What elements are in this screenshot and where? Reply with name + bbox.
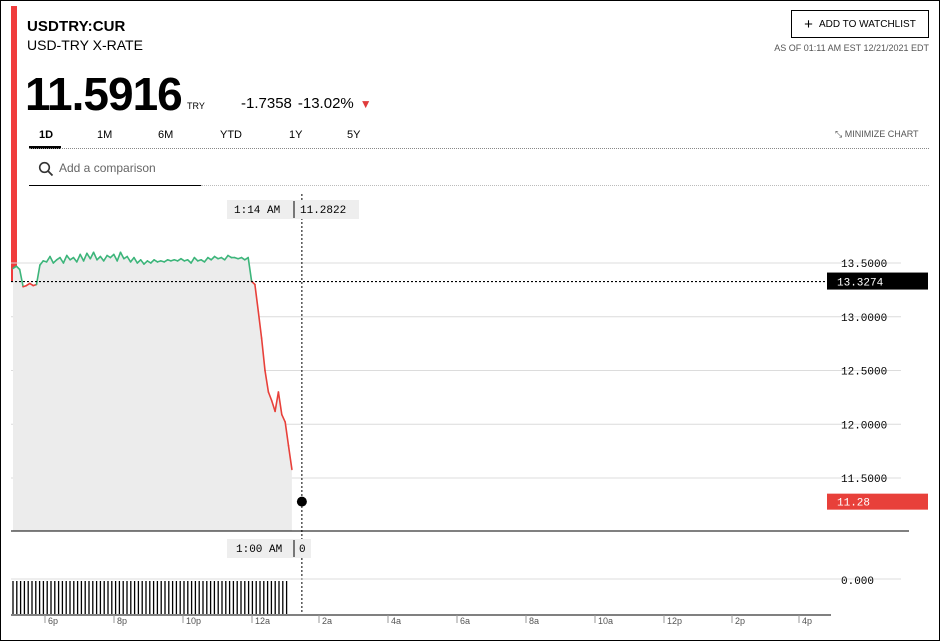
y-tick-label: 13.5000 [841, 259, 887, 271]
x-tick-label: 4a [391, 616, 401, 626]
x-tick-label: 10a [598, 616, 613, 626]
crosshair-time: 1:14 AM [234, 205, 280, 217]
last-price-label: 11.28 [837, 498, 870, 510]
price-chart[interactable]: BloombergMarkets13.500013.000012.500012.… [1, 1, 939, 640]
x-tick-label: 6a [460, 616, 470, 626]
x-tick-label: 12a [255, 616, 270, 626]
x-tick-label: 10p [186, 616, 201, 626]
y-tick-label: 13.0000 [841, 313, 887, 325]
chart-widget: USDTRY:CUR USD-TRY X-RATE 11.5916 TRY -1… [0, 0, 940, 641]
x-tick-label: 8p [117, 616, 127, 626]
y-tick-label: 11.5000 [841, 474, 887, 486]
y-tick-label: 12.0000 [841, 420, 887, 432]
x-tick-label: 6p [48, 616, 58, 626]
x-tick-label: 8a [529, 616, 539, 626]
price-area-fill [13, 252, 292, 532]
previous-close-label: 13.3274 [837, 278, 884, 290]
crosshair-point [296, 496, 307, 507]
y-tick-label: 12.5000 [841, 367, 887, 379]
volume-crosshair-value: 0 [299, 544, 306, 556]
volume-axis-label: 0.000 [841, 576, 874, 588]
x-tick-label: 4p [802, 616, 812, 626]
volume-crosshair-time: 1:00 AM [236, 544, 282, 556]
x-tick-label: 2p [735, 616, 745, 626]
x-tick-label: 2a [322, 616, 332, 626]
crosshair-value: 11.2822 [300, 205, 346, 217]
x-tick-label: 12p [667, 616, 682, 626]
